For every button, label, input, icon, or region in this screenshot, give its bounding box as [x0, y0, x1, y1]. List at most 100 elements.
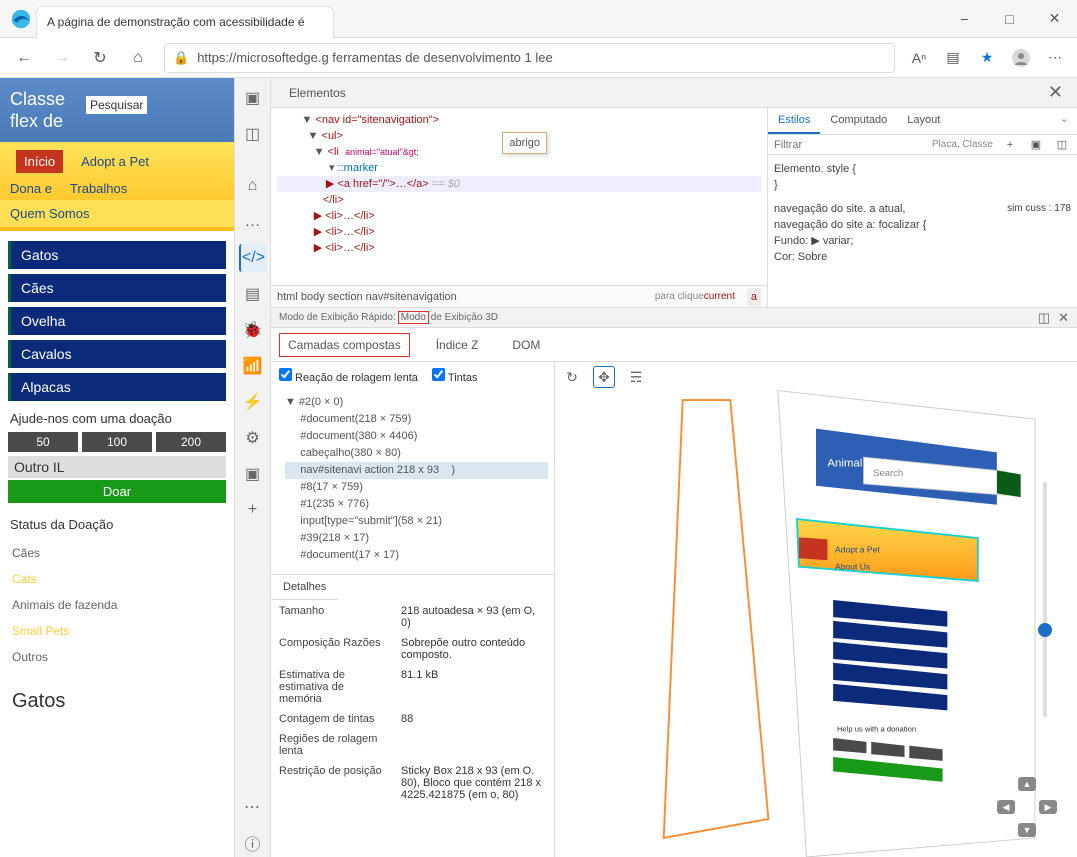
devtools-lower: Modo de Exibição Rápido: Modo de Exibiçã…: [271, 308, 1077, 857]
dpad-down[interactable]: ▼: [1018, 823, 1036, 837]
address-bar[interactable]: 🔒 https://microsoftedge.g ferramentas de…: [164, 43, 895, 73]
donate-200[interactable]: 200: [156, 432, 226, 452]
tab-styles[interactable]: Estilos: [768, 108, 820, 134]
browser-tab[interactable]: A página de demonstração com acessibilid…: [36, 6, 334, 38]
layer-row[interactable]: #1(235 × 776): [285, 496, 548, 513]
donate-submit[interactable]: Doar: [8, 480, 226, 503]
tab-computed[interactable]: Computado: [820, 108, 897, 134]
crumb-path[interactable]: html body section nav#sitenavigation: [277, 289, 457, 305]
layer-tree[interactable]: ▼ #2(0 × 0) #document(218 × 759) #docume…: [271, 390, 554, 574]
nav-trabalhos[interactable]: Trabalhos: [70, 181, 127, 196]
issues-icon[interactable]: 🐞: [239, 316, 267, 344]
home-button[interactable]: ⌂: [120, 42, 156, 74]
mode-bar: Modo de Exibição Rápido: Modo de Exibiçã…: [271, 308, 1077, 328]
layer-row[interactable]: #document(218 × 759): [285, 411, 548, 428]
layers-icon[interactable]: ☴: [625, 366, 647, 388]
device-icon[interactable]: ◫: [239, 120, 267, 148]
donate-100[interactable]: 100: [82, 432, 152, 452]
refresh-button[interactable]: ↻: [82, 42, 118, 74]
back-button[interactable]: ←: [6, 42, 42, 74]
zoom-slider[interactable]: [1043, 482, 1047, 717]
cat-caes[interactable]: Cães: [8, 274, 226, 302]
opt-slow-scroll[interactable]: Reação de rolagem lenta: [279, 368, 418, 384]
cat-alpacas[interactable]: Alpacas: [8, 373, 226, 401]
page-nav: Início Adopt a Pet Dona e Trabalhos Quem…: [0, 142, 234, 231]
layers-panel: Reação de rolagem lenta Tintas ▼ #2(0 × …: [271, 362, 555, 857]
elements-icon[interactable]: </>: [239, 244, 267, 272]
tab-dom[interactable]: DOM: [504, 334, 548, 356]
3d-view[interactable]: ↻ ✥ ☴ Animal shelter: [555, 362, 1077, 857]
performance-icon[interactable]: ⚡: [239, 388, 267, 416]
app-icon[interactable]: ▣: [239, 460, 267, 488]
nav-inicio[interactable]: Início: [16, 150, 63, 173]
header-line2: flex de: [10, 111, 63, 131]
lock-icon: 🔒: [173, 50, 189, 66]
dock-icon[interactable]: ◫: [1038, 310, 1050, 326]
opt-paints[interactable]: Tintas: [432, 368, 478, 384]
crumb-a[interactable]: a: [747, 288, 761, 306]
details-tab[interactable]: Detalhes: [271, 575, 338, 600]
read-aloud-icon[interactable]: Aⁿ: [903, 42, 935, 74]
layer-row[interactable]: #8(17 × 759): [285, 479, 548, 496]
filter-input[interactable]: [774, 139, 924, 151]
profile-icon[interactable]: [1005, 42, 1037, 74]
chevron-down-icon[interactable]: ⌄: [1052, 108, 1077, 134]
tab-layout[interactable]: Layout: [897, 108, 950, 134]
reset-icon[interactable]: ↻: [561, 366, 583, 388]
sources-icon[interactable]: ▤: [239, 280, 267, 308]
layer-row[interactable]: nav#sitenavi action 218 x 93 ): [285, 462, 548, 479]
cat-ovelha[interactable]: Ovelha: [8, 307, 226, 335]
nav-dona[interactable]: Dona e: [10, 181, 52, 196]
tab-composited-layers[interactable]: Camadas compostas: [279, 333, 410, 357]
page-header: Classe flex de Pesquisar: [0, 78, 234, 142]
add-icon[interactable]: +: [239, 496, 267, 524]
window-maximize[interactable]: □: [987, 4, 1032, 34]
dpad-up[interactable]: ▲: [1018, 777, 1036, 791]
tab-elements[interactable]: Elementos: [279, 80, 356, 106]
toggle-icon[interactable]: ▣: [1027, 138, 1045, 151]
dpad-right[interactable]: ▶: [1039, 800, 1057, 814]
cat-cavalos[interactable]: Cavalos: [8, 340, 226, 368]
donate-other[interactable]: Outro IL: [8, 456, 226, 478]
close-drawer-icon[interactable]: ✕: [1058, 310, 1069, 326]
layer-row[interactable]: #document(17 × 17): [285, 547, 548, 564]
dpad[interactable]: ▲ ▼ ◀ ▶: [997, 777, 1057, 837]
search-label[interactable]: Pesquisar: [86, 96, 147, 114]
window-minimize[interactable]: −: [942, 4, 987, 34]
inspect-icon[interactable]: ▣: [239, 84, 267, 112]
dpad-left[interactable]: ◀: [997, 800, 1015, 814]
pan-icon[interactable]: ✥: [593, 366, 615, 388]
panel-icon[interactable]: ◫: [1053, 138, 1071, 151]
dom-tree[interactable]: ▼ <nav id="sitenavigation"> ▼ <ul> ▼ <li…: [271, 108, 767, 307]
styles-content[interactable]: Elemento. style { } navegação do site. a…: [768, 155, 1077, 271]
cat-gatos[interactable]: Gatos: [8, 241, 226, 269]
welcome-icon[interactable]: ⌂: [239, 172, 267, 200]
layer-row[interactable]: ▼ #2(0 × 0): [285, 394, 548, 411]
devtools-close[interactable]: ✕: [1042, 82, 1069, 103]
memory-icon[interactable]: ⚙: [239, 424, 267, 452]
dots-icon[interactable]: …: [239, 208, 267, 236]
network-icon[interactable]: 📶: [239, 352, 267, 380]
plus-icon[interactable]: +: [1001, 139, 1019, 151]
more-icon[interactable]: ⋯: [239, 793, 267, 821]
donate-50[interactable]: 50: [8, 432, 78, 452]
donate-label: Ajude-nos com uma doação: [10, 411, 226, 426]
hov-label[interactable]: Placa. Classe: [932, 139, 993, 150]
layer-row[interactable]: #39(218 × 17): [285, 530, 548, 547]
help-icon[interactable]: ⓘ: [239, 829, 267, 857]
nav-quem[interactable]: Quem Somos: [0, 200, 234, 227]
nav-adopt[interactable]: Adopt a Pet: [81, 154, 149, 169]
demo-page: Classe flex de Pesquisar Início Adopt a …: [0, 78, 234, 857]
mode-highlight: Modo: [398, 311, 429, 324]
breadcrumb[interactable]: html body section nav#sitenavigation par…: [271, 285, 767, 307]
layer-row[interactable]: input[type="submit"](58 × 21): [285, 513, 548, 530]
layer-row[interactable]: #document(380 × 4406): [285, 428, 548, 445]
styles-filter: Placa. Classe + ▣ ◫: [768, 135, 1077, 155]
layer-row[interactable]: cabeçalho(380 × 80): [285, 445, 548, 462]
menu-button[interactable]: ⋯: [1039, 42, 1071, 74]
tab-zindex[interactable]: Índice Z: [428, 334, 487, 356]
favorite-icon[interactable]: ★: [971, 42, 1003, 74]
layer-details: Detalhes Tamanho218 autoadesa × 93 (em O…: [271, 574, 554, 816]
window-close[interactable]: ✕: [1032, 4, 1077, 34]
collections-icon[interactable]: ▤: [937, 42, 969, 74]
